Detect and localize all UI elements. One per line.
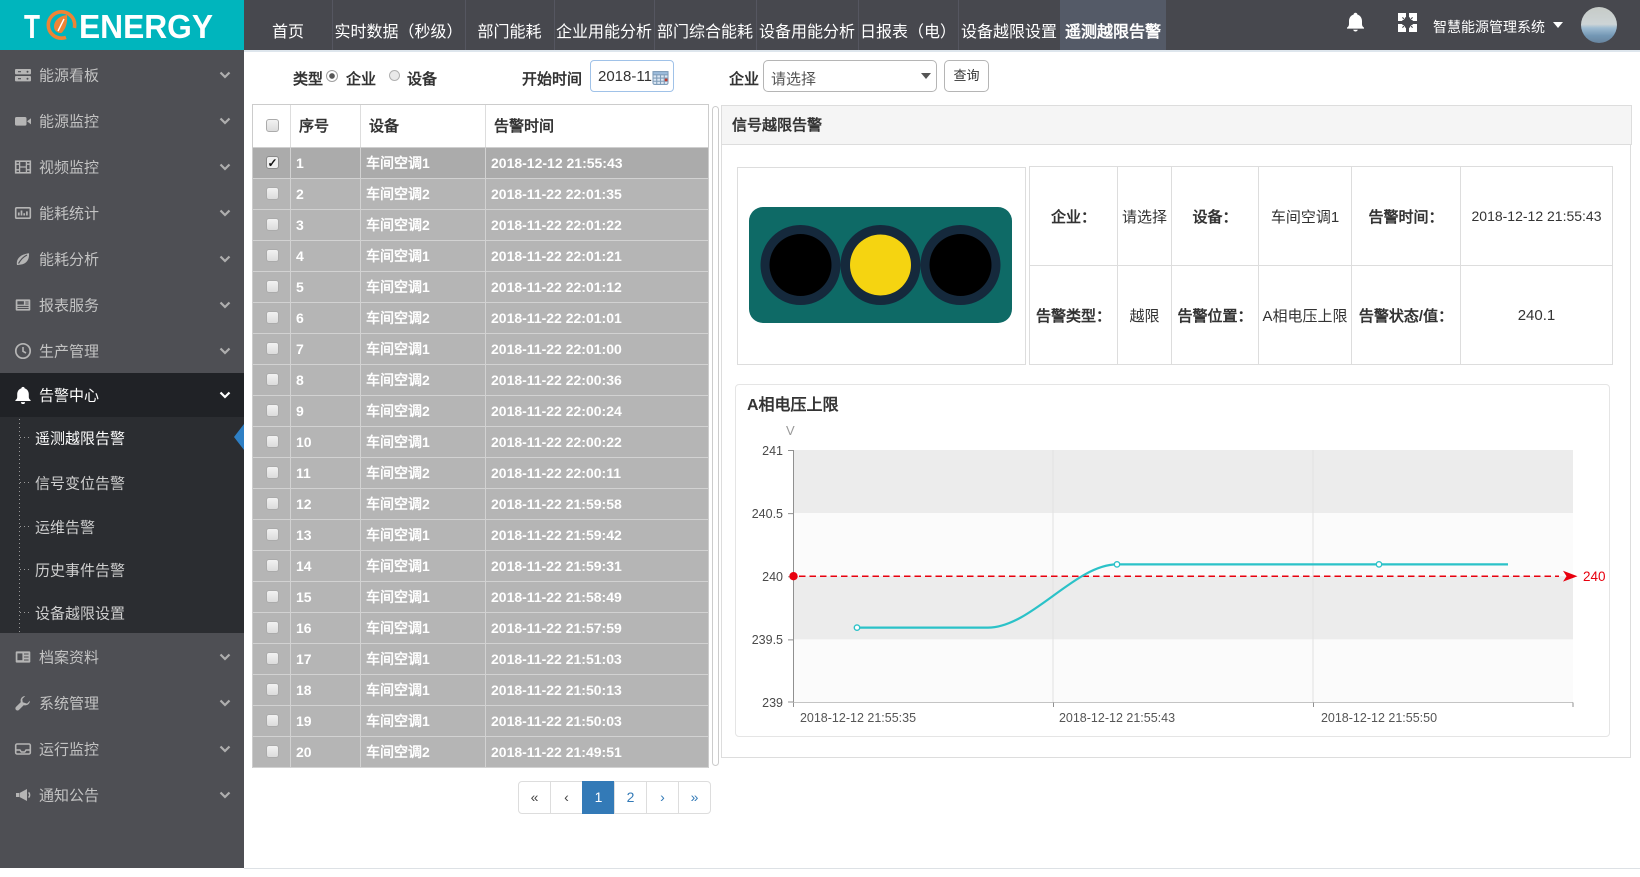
svg-text:240.5: 240.5 xyxy=(752,507,783,521)
svg-text:239.5: 239.5 xyxy=(752,633,783,647)
svg-text:240: 240 xyxy=(1583,569,1606,584)
svg-text:239: 239 xyxy=(762,696,783,710)
svg-text:241: 241 xyxy=(762,444,783,458)
svg-text:2018-12-12 21:55:43: 2018-12-12 21:55:43 xyxy=(1059,711,1175,725)
svg-text:ENERGY: ENERGY xyxy=(79,8,213,45)
svg-text:2018-12-12 21:55:35: 2018-12-12 21:55:35 xyxy=(800,711,916,725)
svg-text:2018-12-12 21:55:50: 2018-12-12 21:55:50 xyxy=(1321,711,1437,725)
svg-text:V: V xyxy=(786,423,795,438)
svg-text:240: 240 xyxy=(762,570,783,584)
svg-text:T: T xyxy=(24,8,40,45)
